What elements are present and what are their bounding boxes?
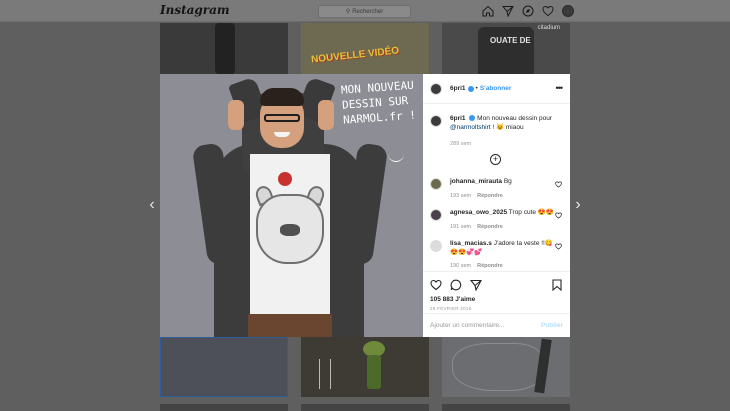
tile-shirt xyxy=(478,27,534,74)
comment-text: Bg xyxy=(503,178,512,185)
caption-username[interactable]: 6pri1 xyxy=(450,115,466,122)
nav-icon-group xyxy=(482,5,574,17)
comment-composer: Ajouter un commentaire... Publier xyxy=(423,313,570,337)
next-post-arrow-icon[interactable]: › xyxy=(571,196,585,214)
like-heart-icon[interactable] xyxy=(430,279,442,291)
post-date[interactable]: 26 FÉVRIER 2016 xyxy=(430,306,563,311)
explore-icon[interactable] xyxy=(522,5,534,17)
grid-tile[interactable] xyxy=(301,337,429,397)
grid-tile[interactable] xyxy=(160,337,288,397)
separator-dot: • xyxy=(475,85,478,92)
search-placeholder: Rechercher xyxy=(352,8,384,15)
tile-quote: OUATE DE xyxy=(490,36,531,45)
post-sidebar: 6pri1 • S'abonner ••• 6pri1 Mon nouveau … xyxy=(423,74,570,337)
comment-body: lisa_macias.s J'adore ta veste !!😋😍😍💞💕 1… xyxy=(450,240,556,271)
photo-pants xyxy=(248,314,332,337)
top-nav-bar: Instagram ⚲ Rechercher xyxy=(0,0,730,22)
comment-meta: 193 sem Répondre xyxy=(450,192,556,201)
instagram-logo[interactable]: Instagram xyxy=(160,3,230,17)
photo-hand-right xyxy=(318,100,334,130)
dog-nose xyxy=(280,224,300,236)
comment-body: agnesa_owo_2025 Trop cute 😍😍 191 sem Répo… xyxy=(450,209,556,231)
add-comment-input[interactable]: Ajouter un commentaire... xyxy=(430,322,541,329)
comment-like-heart-icon[interactable] xyxy=(555,243,562,250)
post-modal: MON NOUVEAU DESSIN SUR NARMOL.fr ! 6pri1… xyxy=(160,74,570,337)
reply-button[interactable]: Répondre xyxy=(477,224,503,230)
grid-tile[interactable]: citadium OUATE DE xyxy=(442,23,570,74)
verified-badge-icon xyxy=(467,85,474,92)
share-direct-icon[interactable] xyxy=(470,279,482,291)
caption-mention[interactable]: @narmoltshirt xyxy=(450,124,491,131)
commenter-avatar[interactable] xyxy=(430,240,442,252)
comment-item: agnesa_owo_2025 Trop cute 😍😍 191 sem Répo… xyxy=(430,209,564,231)
tile-caption: NOUVELLE VIDÉO xyxy=(310,45,400,66)
photo-hand-left xyxy=(228,100,244,130)
photo-handwritten-text: MON NOUVEAU DESSIN SUR NARMOL.fr ! xyxy=(340,78,417,127)
comment-username[interactable]: agnesa_owo_2025 xyxy=(450,209,507,216)
comment-time[interactable]: 193 sem xyxy=(450,193,471,199)
caption-end: ! 😺 miaou xyxy=(492,123,524,131)
publish-button[interactable]: Publier xyxy=(541,322,563,329)
tile-pen xyxy=(534,338,552,394)
load-more-comments-icon[interactable]: + xyxy=(490,154,501,165)
activity-heart-icon[interactable] xyxy=(542,5,554,17)
tile-bottle xyxy=(367,355,381,389)
comment-item: johanna_mirauta Bg 193 sem Répondre xyxy=(430,178,564,200)
caption-time[interactable]: 289 sem xyxy=(450,140,564,149)
grid-tile[interactable]: NOUVELLE VIDÉO xyxy=(301,23,429,74)
commenter-avatar[interactable] xyxy=(430,209,442,221)
author-avatar[interactable] xyxy=(430,82,442,95)
post-actions: 105 883 J'aime 26 FÉVRIER 2016 xyxy=(423,271,570,311)
reply-button[interactable]: Répondre xyxy=(477,263,503,269)
post-header: 6pri1 • S'abonner ••• xyxy=(423,74,570,104)
comment-username[interactable]: lisa_macias.s xyxy=(450,240,492,247)
photo-glasses xyxy=(264,114,300,122)
photo-smile xyxy=(274,132,290,137)
author-username[interactable]: 6pri1 xyxy=(450,85,466,92)
tile-stand xyxy=(319,359,331,389)
post-photo[interactable]: MON NOUVEAU DESSIN SUR NARMOL.fr ! xyxy=(160,74,423,337)
search-icon: ⚲ xyxy=(345,9,351,15)
caption-text: Mon nouveau dessin pour xyxy=(477,115,552,122)
photo-hair xyxy=(260,88,304,106)
comment-time[interactable]: 191 sem xyxy=(450,224,471,230)
caption-avatar[interactable] xyxy=(430,115,442,127)
follow-button[interactable]: S'abonner xyxy=(480,85,512,92)
profile-avatar[interactable] xyxy=(562,5,574,17)
comment-text: Trop cute 😍😍 xyxy=(508,209,555,216)
grid-tile[interactable] xyxy=(160,23,288,74)
comment-body: johanna_mirauta Bg 193 sem Répondre xyxy=(450,178,556,200)
reply-button[interactable]: Répondre xyxy=(477,193,503,199)
search-input[interactable]: ⚲ Rechercher xyxy=(318,5,411,18)
tile-brand: citadium xyxy=(537,25,560,31)
comment-time[interactable]: 190 sem xyxy=(450,263,471,269)
verified-badge-icon xyxy=(469,115,476,122)
grid-tile[interactable] xyxy=(301,404,429,411)
action-icons xyxy=(430,278,563,292)
grid-tile[interactable] xyxy=(160,404,288,411)
save-bookmark-icon[interactable] xyxy=(551,279,563,291)
commenter-avatar[interactable] xyxy=(430,178,442,190)
previous-post-arrow-icon[interactable]: ‹ xyxy=(145,196,159,214)
comment-item: lisa_macias.s J'adore ta veste !!😋😍😍💞💕 1… xyxy=(430,240,564,271)
likes-count[interactable]: 105 883 J'aime xyxy=(430,296,563,303)
comment-like-heart-icon[interactable] xyxy=(555,212,562,219)
caption-body: 6pri1 Mon nouveau dessin pour @narmoltsh… xyxy=(450,115,564,149)
grid-tile[interactable] xyxy=(442,337,570,397)
tile-doodle xyxy=(452,343,542,391)
home-icon[interactable] xyxy=(482,5,494,17)
tile-figure xyxy=(215,23,235,74)
direct-icon[interactable] xyxy=(502,5,514,17)
photo-red-badge xyxy=(278,172,292,186)
post-caption: 6pri1 Mon nouveau dessin pour @narmoltsh… xyxy=(430,115,564,149)
comment-meta: 190 sem Répondre xyxy=(450,262,556,271)
comment-like-heart-icon[interactable] xyxy=(555,181,562,188)
comment-username[interactable]: johanna_mirauta xyxy=(450,178,502,185)
comment-meta: 191 sem Répondre xyxy=(450,223,556,232)
grid-tile[interactable] xyxy=(442,404,570,411)
more-options-icon[interactable]: ••• xyxy=(556,83,564,93)
comment-bubble-icon[interactable] xyxy=(450,279,462,291)
